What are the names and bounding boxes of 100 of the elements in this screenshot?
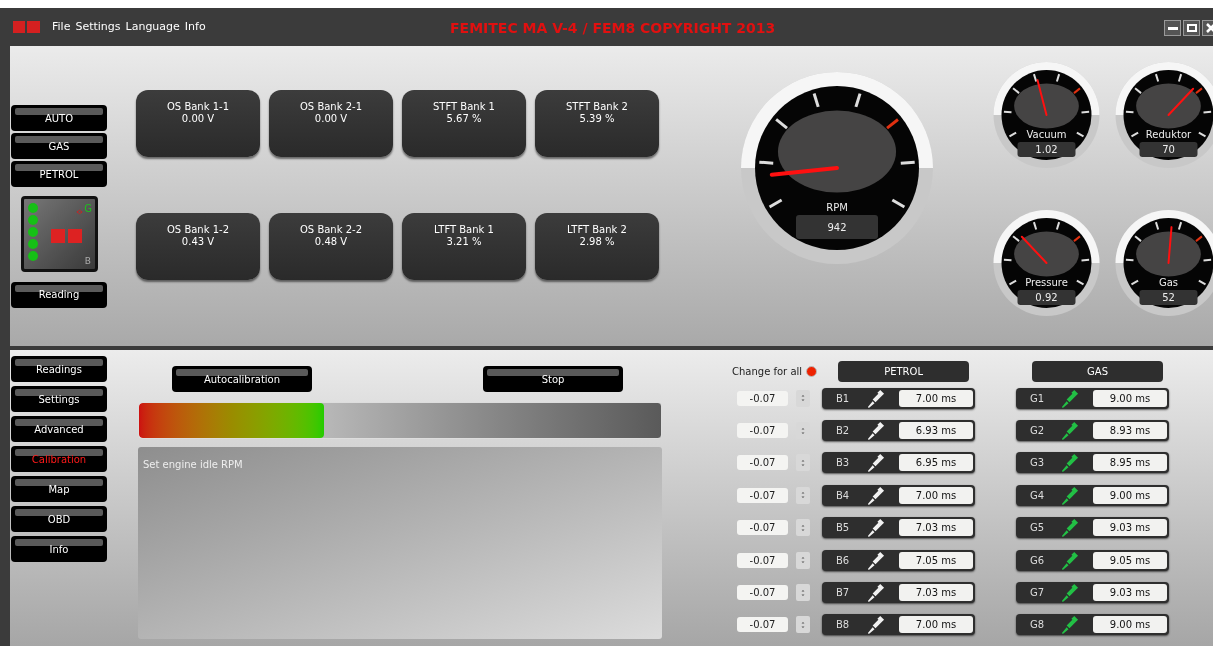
- gauge-readout: [1017, 142, 1076, 157]
- injector-label: G1: [1030, 391, 1046, 406]
- injector-label: B6: [836, 553, 851, 568]
- nav-tab[interactable]: OBD: [11, 506, 107, 532]
- gauge-needle: [1167, 87, 1195, 116]
- petrol-header-button[interactable]: PETROL: [838, 360, 970, 382]
- reading-button[interactable]: Reading: [11, 281, 107, 308]
- card-value: 0.43 V: [181, 236, 215, 248]
- stop-button[interactable]: Stop: [483, 366, 623, 392]
- autocalibration-button[interactable]: Autocalibration: [172, 366, 312, 392]
- menu-item[interactable]: Language: [125, 18, 180, 36]
- injection-time-field: 6.95 ms: [899, 454, 973, 472]
- spinner-icon: [800, 619, 806, 630]
- gauge-label: Reduktor: [1145, 129, 1192, 140]
- spinner-button[interactable]: [796, 616, 810, 634]
- gauge-value: 1.02: [1035, 144, 1058, 155]
- indicator-square: [68, 229, 82, 243]
- gauge-needle: [1036, 79, 1048, 116]
- nav-tab[interactable]: Settings: [11, 386, 107, 412]
- injection-time-field: 7.00 ms: [899, 486, 973, 504]
- nav-tab[interactable]: Calibration: [11, 446, 107, 472]
- spinner-button[interactable]: [796, 519, 810, 537]
- injection-time-field: 9.00 ms: [1093, 389, 1167, 407]
- injection-time-field: 8.93 ms: [1093, 422, 1167, 440]
- spinner-button[interactable]: [796, 454, 810, 472]
- offset-field[interactable]: -0.07: [737, 487, 788, 503]
- menu-item[interactable]: Settings: [75, 18, 121, 36]
- injection-time-field: 7.03 ms: [899, 584, 973, 602]
- offset-field[interactable]: -0.07: [737, 617, 788, 633]
- card-value: 0.00 V: [181, 113, 215, 125]
- offset-field[interactable]: -0.07: [737, 455, 788, 471]
- gas-header-button[interactable]: GAS: [1032, 360, 1164, 382]
- window-title: FEMITEC MA V-4 / FEM8 COPYRIGHT 2013: [450, 19, 776, 38]
- injector-icon: [866, 518, 885, 538]
- spinner-button[interactable]: [796, 584, 810, 602]
- injector-label: B2: [836, 424, 851, 439]
- message-text: Set engine idle RPM: [143, 459, 243, 470]
- spinner-icon: [800, 425, 806, 436]
- injector-icon: [1060, 518, 1079, 538]
- spinner-button[interactable]: [796, 389, 810, 407]
- injector-label: B4: [836, 488, 851, 503]
- card-value: 3.21 %: [446, 236, 482, 248]
- arrow-icon: [76, 209, 83, 215]
- card-value: 5.39 %: [579, 113, 615, 125]
- injector-label: B5: [836, 521, 851, 536]
- card-title: STFT Bank 1: [433, 101, 495, 113]
- injector-icon: [1060, 583, 1079, 603]
- injector-icon: [1060, 550, 1079, 570]
- gauge-dial: [1014, 83, 1079, 129]
- offset-field[interactable]: -0.07: [737, 585, 788, 601]
- gauge-readout: [1139, 290, 1198, 305]
- gauge-value: 70: [1162, 144, 1175, 155]
- injector-icon: [1060, 485, 1079, 505]
- spinner-button[interactable]: [796, 486, 810, 504]
- gauge-dial: [1136, 83, 1201, 129]
- card-title: OS Bank 2-1: [300, 101, 362, 113]
- card-title: OS Bank 2-2: [300, 224, 362, 236]
- nav-tab[interactable]: Info: [11, 536, 107, 562]
- offset-field[interactable]: -0.07: [737, 552, 788, 568]
- injection-time-field: 7.00 ms: [899, 616, 973, 634]
- injector-label: G4: [1030, 488, 1046, 503]
- card-title: LTFT Bank 2: [567, 224, 627, 236]
- spinner-icon: [800, 587, 806, 598]
- injector-label: B8: [836, 618, 851, 633]
- menu-item[interactable]: Info: [184, 18, 206, 36]
- offset-field[interactable]: -0.07: [737, 390, 788, 406]
- nav-tab[interactable]: Advanced: [11, 416, 107, 442]
- injector-label: B3: [836, 456, 851, 471]
- spinner-button[interactable]: [796, 551, 810, 569]
- mode-button[interactable]: PETROL: [11, 161, 107, 187]
- card-value: 5.67 %: [446, 113, 482, 125]
- gauge-dial: [1136, 231, 1201, 277]
- gauge-value: 942: [827, 221, 847, 233]
- offset-field[interactable]: -0.07: [737, 520, 788, 536]
- mode-button[interactable]: AUTO: [11, 105, 107, 131]
- injector-label: G6: [1030, 553, 1046, 568]
- gauge-label: RPM: [826, 202, 848, 213]
- minimize-button[interactable]: [1164, 20, 1181, 36]
- injection-time-field: 9.05 ms: [1093, 551, 1167, 569]
- injection-time-field: 7.00 ms: [899, 389, 973, 407]
- gauge-label: Vacuum: [1026, 129, 1067, 140]
- gas-letter: G: [84, 204, 92, 214]
- maximize-button[interactable]: [1183, 20, 1200, 36]
- injector-icon: [1060, 453, 1079, 473]
- injection-time-field: 9.00 ms: [1093, 486, 1167, 504]
- nav-tab[interactable]: Readings: [11, 356, 107, 382]
- fuel-switch[interactable]: G B: [21, 196, 98, 272]
- nav-tab[interactable]: Map: [11, 476, 107, 502]
- injector-icon: [1060, 615, 1079, 635]
- injection-time-field: 9.00 ms: [1093, 616, 1167, 634]
- injector-label: G3: [1030, 456, 1046, 471]
- injection-time-field: 7.05 ms: [899, 551, 973, 569]
- indicator-square: [51, 229, 65, 243]
- mode-button[interactable]: GAS: [11, 133, 107, 159]
- menu-item[interactable]: File: [52, 18, 71, 36]
- injector-label: G5: [1030, 521, 1046, 536]
- gauge-needle: [1020, 235, 1048, 264]
- petrol-letter: B: [84, 257, 91, 266]
- card-value: 2.98 %: [579, 236, 615, 248]
- offset-field[interactable]: -0.07: [737, 423, 788, 439]
